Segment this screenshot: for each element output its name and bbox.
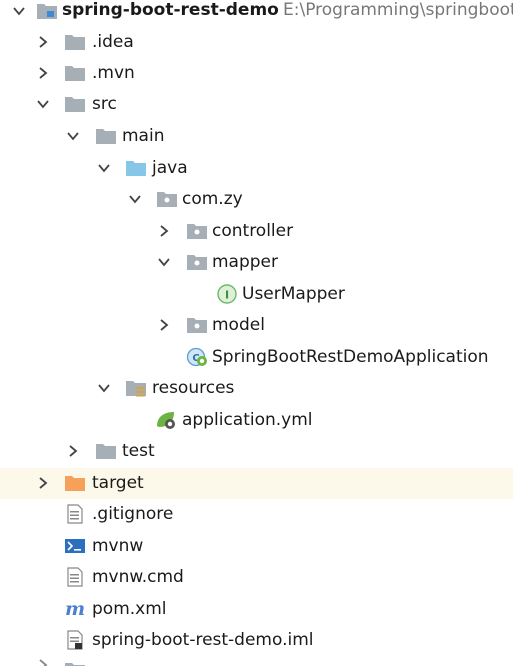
chevron-right-icon	[39, 659, 48, 666]
tree-item-label: pom.xml	[92, 599, 167, 619]
chevron-down-icon[interactable]	[97, 161, 111, 175]
tree-row-pom-xml[interactable]: m pom.xml	[0, 594, 513, 625]
tree-item-label: mvnw	[92, 536, 144, 556]
tree-item-label: target	[92, 473, 144, 493]
tree-item-label: .idea	[92, 32, 134, 52]
tree-row-target[interactable]: target	[0, 468, 513, 499]
tree-item-label: model	[212, 315, 265, 335]
folder-icon	[65, 35, 85, 50]
terminal-icon	[65, 539, 85, 553]
tree-row-controller[interactable]: controller	[0, 216, 513, 247]
excluded-folder-icon	[65, 476, 85, 491]
svg-text:m: m	[65, 599, 85, 619]
tree-row-resources[interactable]: resources	[0, 373, 513, 404]
tree-row-iml[interactable]: spring-boot-rest-demo.iml	[0, 625, 513, 656]
module-folder-icon	[37, 4, 57, 19]
chevron-down-icon[interactable]	[157, 255, 171, 269]
tree-item-label: mvnw.cmd	[92, 567, 184, 587]
tree-row-gitignore[interactable]: .gitignore	[0, 499, 513, 530]
project-name: spring-boot-rest-demo	[62, 0, 279, 20]
folder-icon	[96, 129, 116, 144]
tree-row-mapper[interactable]: mapper	[0, 247, 513, 278]
tree-item-label: src	[92, 94, 117, 114]
text-file-icon	[67, 504, 83, 524]
tree-item-label: java	[152, 158, 188, 178]
cut-off-row	[0, 656, 513, 666]
tree-item-label: controller	[212, 221, 294, 241]
tree-item-label: main	[122, 126, 165, 146]
tree-row-mvnw-cmd[interactable]: mvnw.cmd	[0, 562, 513, 593]
chevron-down-icon[interactable]	[128, 192, 142, 206]
package-icon	[187, 318, 207, 333]
source-folder-icon	[126, 161, 146, 176]
chevron-right-icon[interactable]	[157, 224, 171, 238]
project-path: E:\Programming\springboot	[283, 0, 513, 20]
chevron-right-icon[interactable]	[157, 318, 171, 332]
tree-row-project-root[interactable]: spring-boot-rest-demo E:\Programming\spr…	[0, 0, 513, 26]
chevron-right-icon[interactable]	[36, 476, 50, 490]
tree-row-test[interactable]: test	[0, 436, 513, 467]
chevron-down-icon[interactable]	[66, 129, 80, 143]
svg-text:I: I	[225, 289, 229, 302]
tree-row-usermapper[interactable]: I UserMapper	[0, 279, 513, 310]
folder-icon	[65, 663, 85, 666]
package-icon	[187, 224, 207, 239]
folder-icon	[65, 66, 85, 81]
tree-row-idea[interactable]: .idea	[0, 27, 513, 58]
tree-row-spring-app[interactable]: C SpringBootRestDemoApplication	[0, 342, 513, 373]
tree-row-java[interactable]: java	[0, 153, 513, 184]
tree-row-mvnw[interactable]: mvnw	[0, 531, 513, 562]
tree-row-application-yml[interactable]: application.yml	[0, 405, 513, 436]
tree-row-src[interactable]: src	[0, 89, 513, 120]
tree-item-label: com.zy	[182, 189, 243, 209]
resources-folder-icon	[126, 381, 146, 397]
spring-config-icon	[157, 412, 175, 429]
tree-item-label: .gitignore	[92, 504, 174, 524]
maven-icon: m	[65, 599, 85, 619]
chevron-down-icon[interactable]	[12, 4, 26, 18]
spring-boot-class-icon: C	[186, 347, 207, 367]
tree-item-label: .mvn	[92, 63, 135, 83]
folder-icon	[65, 97, 85, 112]
package-icon	[157, 192, 177, 207]
tree-row-mvn[interactable]: .mvn	[0, 58, 513, 89]
interface-icon: I	[217, 284, 237, 304]
tree-item-label: mapper	[212, 252, 279, 272]
text-file-icon	[67, 567, 83, 587]
tree-item-label: application.yml	[182, 410, 313, 430]
tree-item-label: SpringBootRestDemoApplication	[212, 347, 489, 367]
package-icon	[187, 255, 207, 270]
tree-row-com-zy[interactable]: com.zy	[0, 184, 513, 215]
tree-item-label: spring-boot-rest-demo.iml	[92, 630, 314, 650]
chevron-down-icon[interactable]	[36, 97, 50, 111]
tree-item-label: resources	[152, 378, 235, 398]
tree-item-label: UserMapper	[242, 284, 345, 304]
chevron-right-icon[interactable]	[36, 35, 50, 49]
chevron-down-icon[interactable]	[97, 381, 111, 395]
tree-row-model[interactable]: model	[0, 310, 513, 341]
module-file-icon	[67, 630, 83, 650]
chevron-right-icon[interactable]	[66, 444, 80, 458]
tree-row-main[interactable]: main	[0, 121, 513, 152]
tree-item-label: test	[122, 441, 155, 461]
chevron-right-icon[interactable]	[36, 66, 50, 80]
folder-icon	[96, 444, 116, 459]
